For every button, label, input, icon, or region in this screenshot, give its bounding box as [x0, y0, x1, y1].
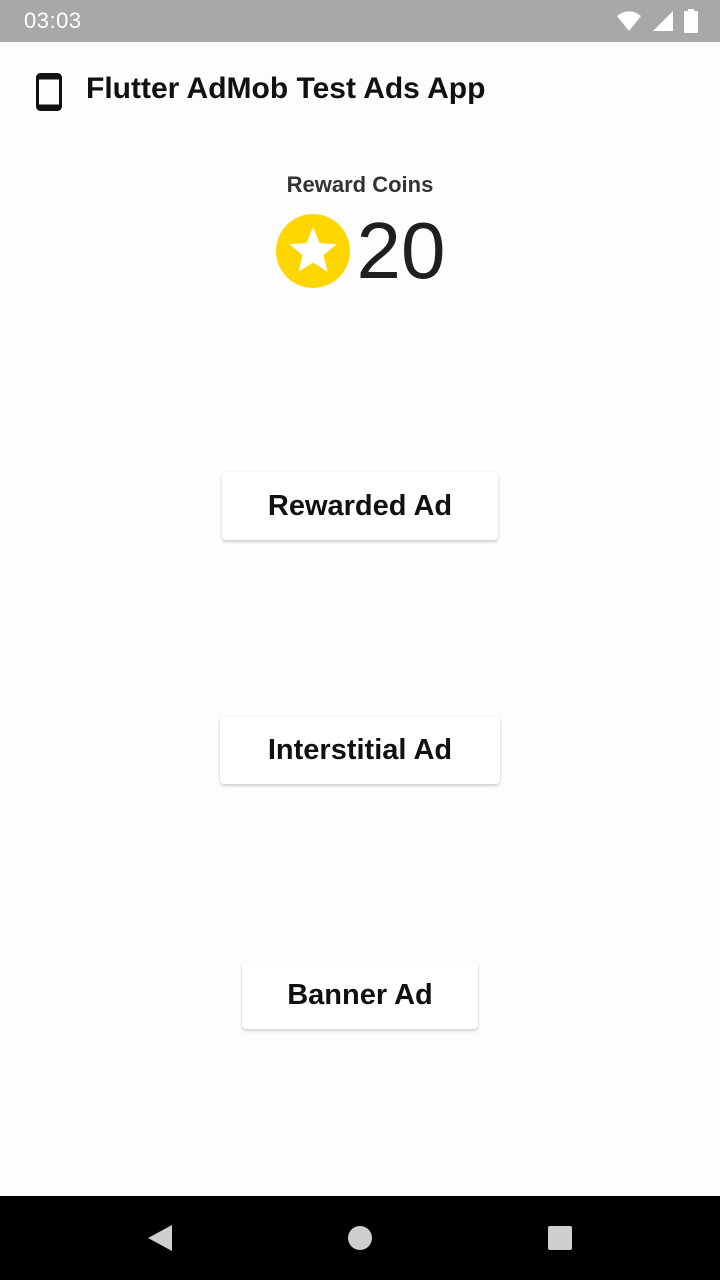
- app-bar: Flutter AdMob Test Ads App: [0, 42, 720, 142]
- home-icon: [348, 1226, 372, 1250]
- reward-label: Reward Coins: [286, 172, 434, 197]
- phone-icon: [36, 73, 62, 111]
- navigation-bar: [0, 1196, 720, 1280]
- home-button[interactable]: [336, 1214, 384, 1262]
- back-icon: [148, 1225, 172, 1251]
- back-button[interactable]: [136, 1214, 184, 1262]
- app-screen: 03:03 Flutter AdMob Test Ads App Reward …: [0, 0, 720, 1280]
- banner-ad-button[interactable]: Banner Ad: [242, 961, 478, 1029]
- star-coin-icon: [275, 214, 350, 288]
- battery-icon: [684, 9, 698, 33]
- status-bar: 03:03: [0, 0, 720, 42]
- status-time: 03:03: [24, 8, 82, 33]
- recent-apps-icon: [548, 1226, 572, 1250]
- coin-count: 20: [356, 206, 446, 295]
- interstitial-ad-button[interactable]: Interstitial Ad: [220, 716, 500, 784]
- rewarded-ad-button[interactable]: Rewarded Ad: [222, 472, 498, 540]
- app-title: Flutter AdMob Test Ads App: [86, 72, 486, 105]
- recent-apps-button[interactable]: [536, 1214, 584, 1262]
- wifi-icon: [617, 11, 641, 31]
- status-icons: [616, 9, 698, 33]
- signal-icon: [653, 11, 673, 31]
- reward-display: 20: [0, 208, 720, 294]
